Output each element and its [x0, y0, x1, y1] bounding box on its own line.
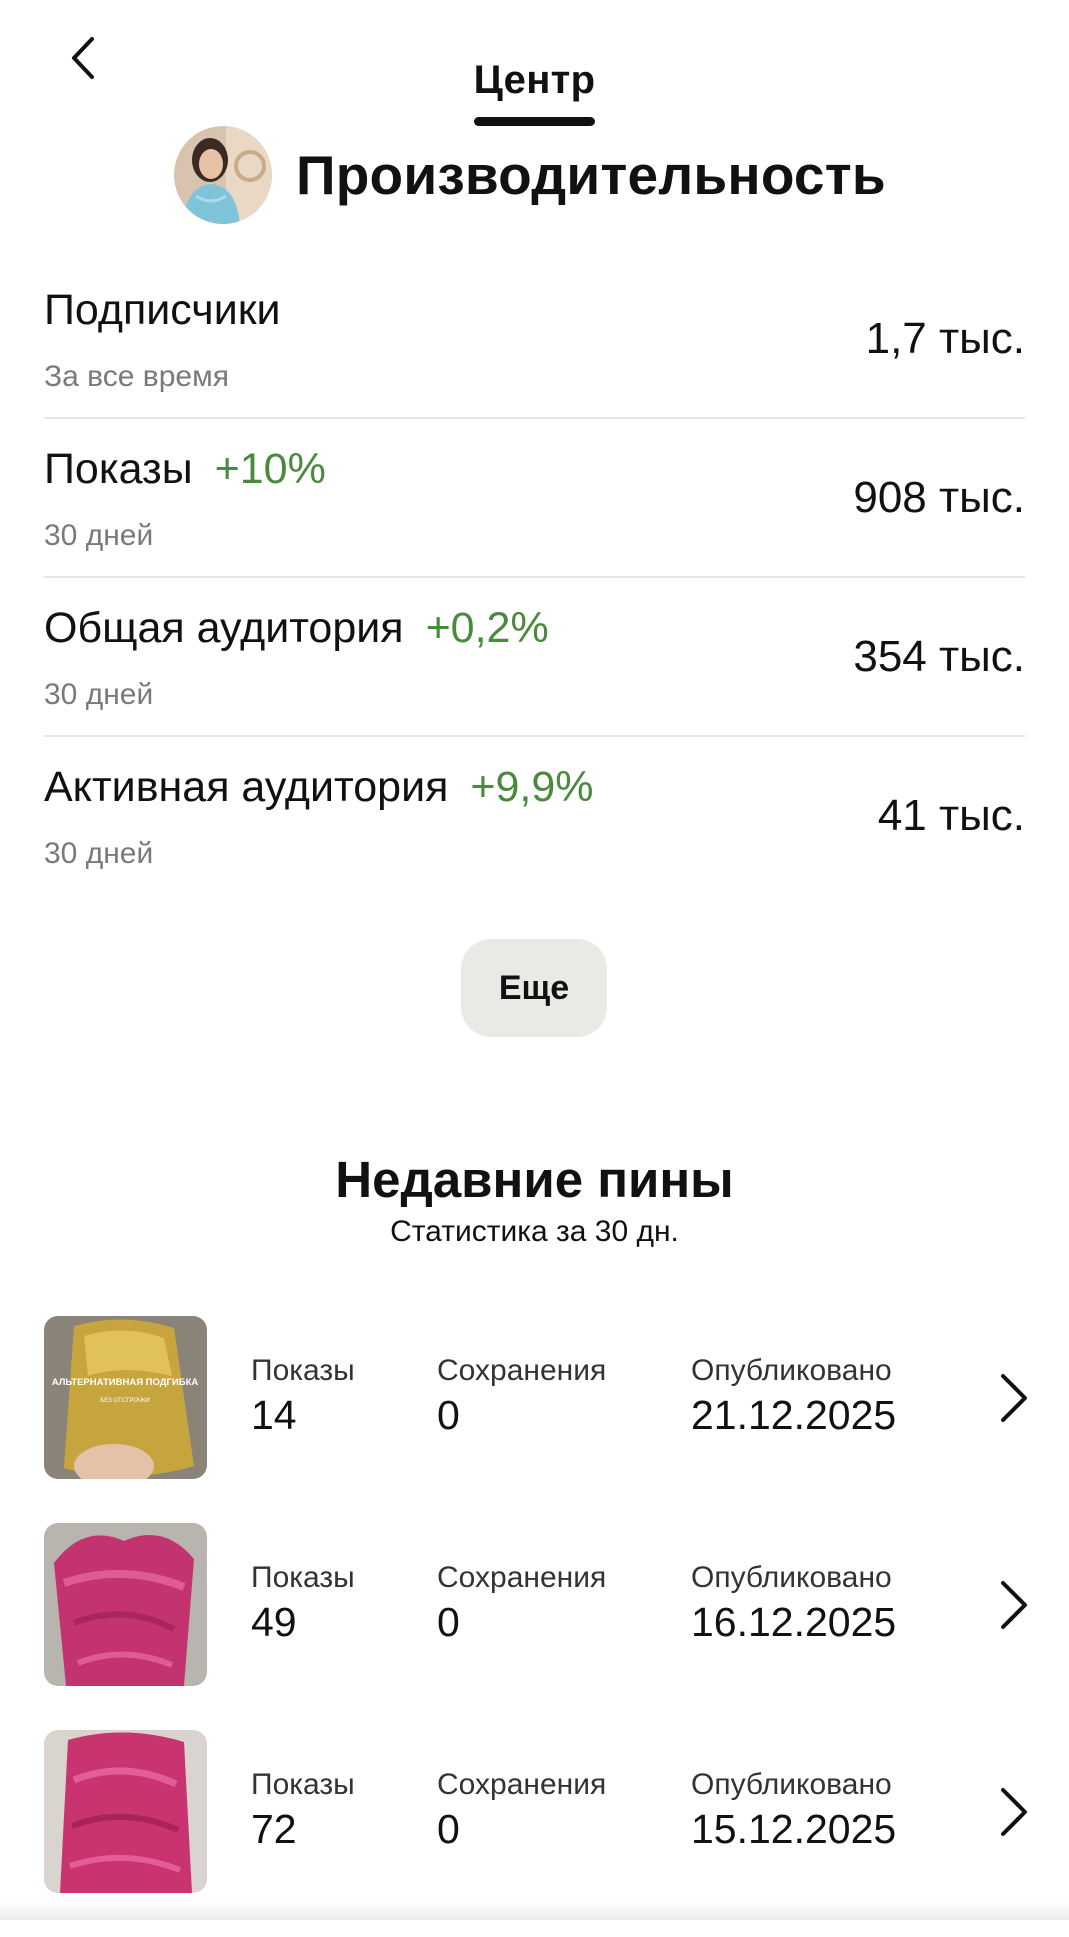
- metric-period: 30 дней: [44, 837, 154, 870]
- metric-followers[interactable]: Подписчики За все время 1,7 тыс.: [44, 260, 1025, 419]
- metrics-list: Подписчики За все время 1,7 тыс. Показы +…: [44, 260, 1025, 896]
- chevron-right-icon[interactable]: [989, 1368, 1039, 1428]
- metric-name: Показы +10%: [44, 445, 326, 493]
- metric-period: 30 дней: [44, 678, 154, 711]
- pin-thumbnail: [44, 1523, 207, 1686]
- tab-active-indicator: [473, 117, 596, 126]
- metric-period: 30 дней: [44, 519, 154, 552]
- metric-engaged-audience[interactable]: Активная аудитория +9,9% 30 дней 41 тыс.: [44, 737, 1025, 896]
- pin-published: Опубликовано 15.12.2025: [691, 1768, 897, 1852]
- metric-value: 354 тыс.: [853, 632, 1025, 681]
- recent-pins-subtitle: Статистика за 30 дн.: [390, 1215, 679, 1248]
- performance-header: Производительность: [174, 126, 886, 224]
- pin-thumbnail: [44, 1730, 207, 1893]
- pin-published: Опубликовано 21.12.2025: [691, 1354, 897, 1438]
- pin-impressions: Показы 14: [251, 1354, 355, 1438]
- metric-value: 1,7 тыс.: [865, 314, 1025, 363]
- chevron-right-icon[interactable]: [989, 1575, 1039, 1635]
- pin-row[interactable]: АЛЬТЕРНАТИВНАЯ ПОДГИБКА БЕЗ ОТСТРОЧКИ По…: [44, 1316, 1069, 1523]
- pin-saves: Сохранения 0: [437, 1561, 607, 1645]
- metric-impressions[interactable]: Показы +10% 30 дней 908 тыс.: [44, 419, 1025, 578]
- svg-text:АЛЬТЕРНАТИВНАЯ ПОДГИБКА: АЛЬТЕРНАТИВНАЯ ПОДГИБКА: [52, 1377, 199, 1388]
- svg-text:БЕЗ ОТСТРОЧКИ: БЕЗ ОТСТРОЧКИ: [100, 1398, 149, 1404]
- pin-impressions: Показы 49: [251, 1561, 355, 1645]
- metric-change: +10%: [214, 445, 326, 493]
- metric-name: Общая аудитория +0,2%: [44, 604, 549, 652]
- metric-change: +9,9%: [470, 763, 594, 811]
- tab-center[interactable]: Центр: [473, 58, 596, 126]
- metric-total-audience[interactable]: Общая аудитория +0,2% 30 дней 354 тыс.: [44, 578, 1025, 737]
- metric-period: За все время: [44, 360, 229, 393]
- pin-impressions: Показы 72: [251, 1768, 355, 1852]
- recent-pins-title: Недавние пины: [335, 1151, 734, 1208]
- avatar[interactable]: [174, 126, 272, 224]
- tab-center-label: Центр: [473, 58, 596, 102]
- pin-row[interactable]: Показы 49 Сохранения 0 Опубликовано 16.1…: [44, 1523, 1069, 1730]
- tab-bar: Центр: [0, 58, 1069, 126]
- page-title: Производительность: [296, 144, 886, 206]
- metric-name: Подписчики: [44, 286, 281, 334]
- metric-change: +0,2%: [425, 604, 549, 652]
- recent-pins-list: АЛЬТЕРНАТИВНАЯ ПОДГИБКА БЕЗ ОТСТРОЧКИ По…: [44, 1316, 1069, 1937]
- bottom-fade: [0, 1902, 1069, 1920]
- metric-value: 41 тыс.: [877, 791, 1025, 840]
- metric-name: Активная аудитория +9,9%: [44, 763, 594, 811]
- metric-value: 908 тыс.: [853, 473, 1025, 522]
- pin-saves: Сохранения 0: [437, 1354, 607, 1438]
- pin-saves: Сохранения 0: [437, 1768, 607, 1852]
- chevron-right-icon[interactable]: [989, 1782, 1039, 1842]
- more-button[interactable]: Еще: [461, 939, 607, 1037]
- pin-published: Опубликовано 16.12.2025: [691, 1561, 897, 1645]
- pin-thumbnail: АЛЬТЕРНАТИВНАЯ ПОДГИБКА БЕЗ ОТСТРОЧКИ: [44, 1316, 207, 1479]
